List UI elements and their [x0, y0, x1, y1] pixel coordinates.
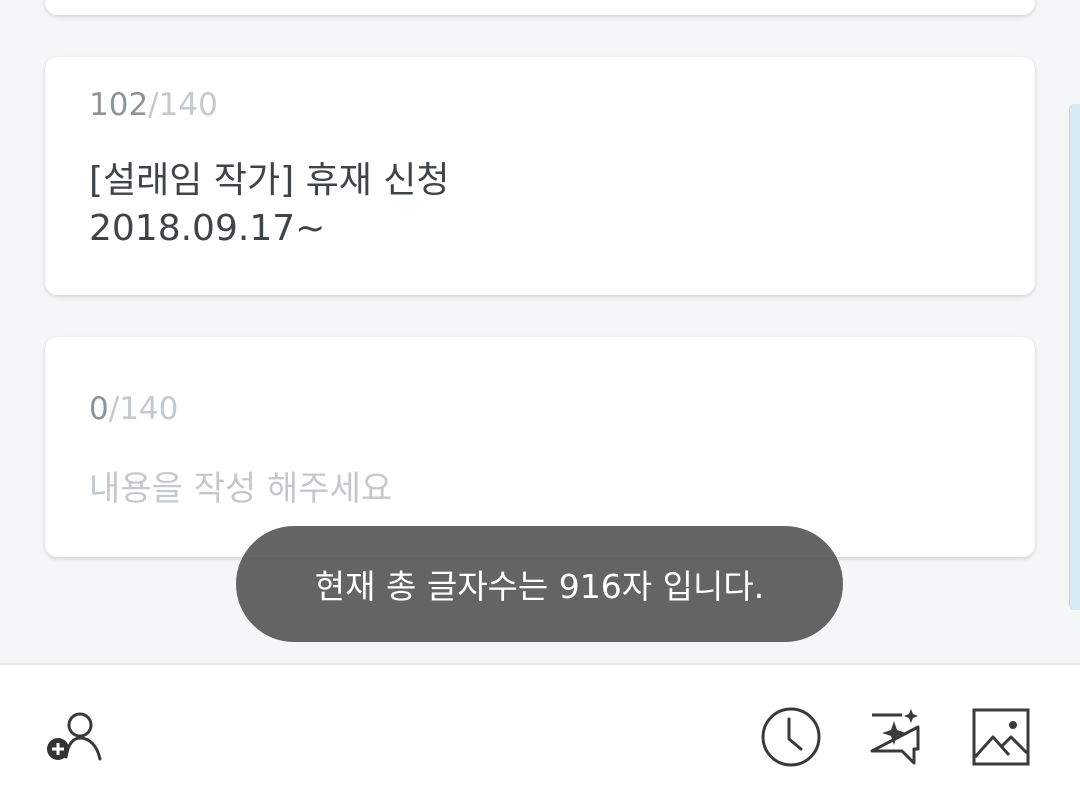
post-card[interactable]: 102/140 [설래임 작가] 휴재 신청 2018.09.17~	[45, 57, 1035, 295]
character-count-current: 0	[89, 391, 109, 427]
clock-icon	[759, 705, 823, 769]
post-card-previous[interactable]	[45, 0, 1035, 15]
character-counter: 0/140	[89, 389, 991, 429]
add-user-button[interactable]	[44, 705, 108, 769]
character-count-max: 140	[158, 87, 218, 123]
bottom-toolbar	[0, 663, 1080, 810]
add-user-icon	[44, 705, 108, 769]
scroll-indicator[interactable]	[1069, 104, 1080, 610]
sparkle-chat-icon	[864, 705, 928, 769]
add-image-button[interactable]	[969, 705, 1033, 769]
effects-button[interactable]	[864, 705, 928, 769]
new-post-card[interactable]: 0/140 내용을 작성 해주세요	[45, 337, 1035, 557]
image-icon	[969, 705, 1033, 769]
post-text[interactable]: [설래임 작가] 휴재 신청 2018.09.17~	[89, 157, 991, 253]
character-counter: 102/140	[89, 85, 991, 125]
schedule-button[interactable]	[759, 705, 823, 769]
character-count-separator: /	[148, 87, 159, 123]
toast-message: 현재 총 글자수는 916자 입니다.	[236, 526, 843, 642]
post-input-placeholder[interactable]: 내용을 작성 해주세요	[89, 467, 991, 511]
character-count-max: 140	[119, 391, 179, 427]
character-count-separator: /	[108, 391, 120, 427]
character-count-current: 102	[89, 87, 149, 123]
